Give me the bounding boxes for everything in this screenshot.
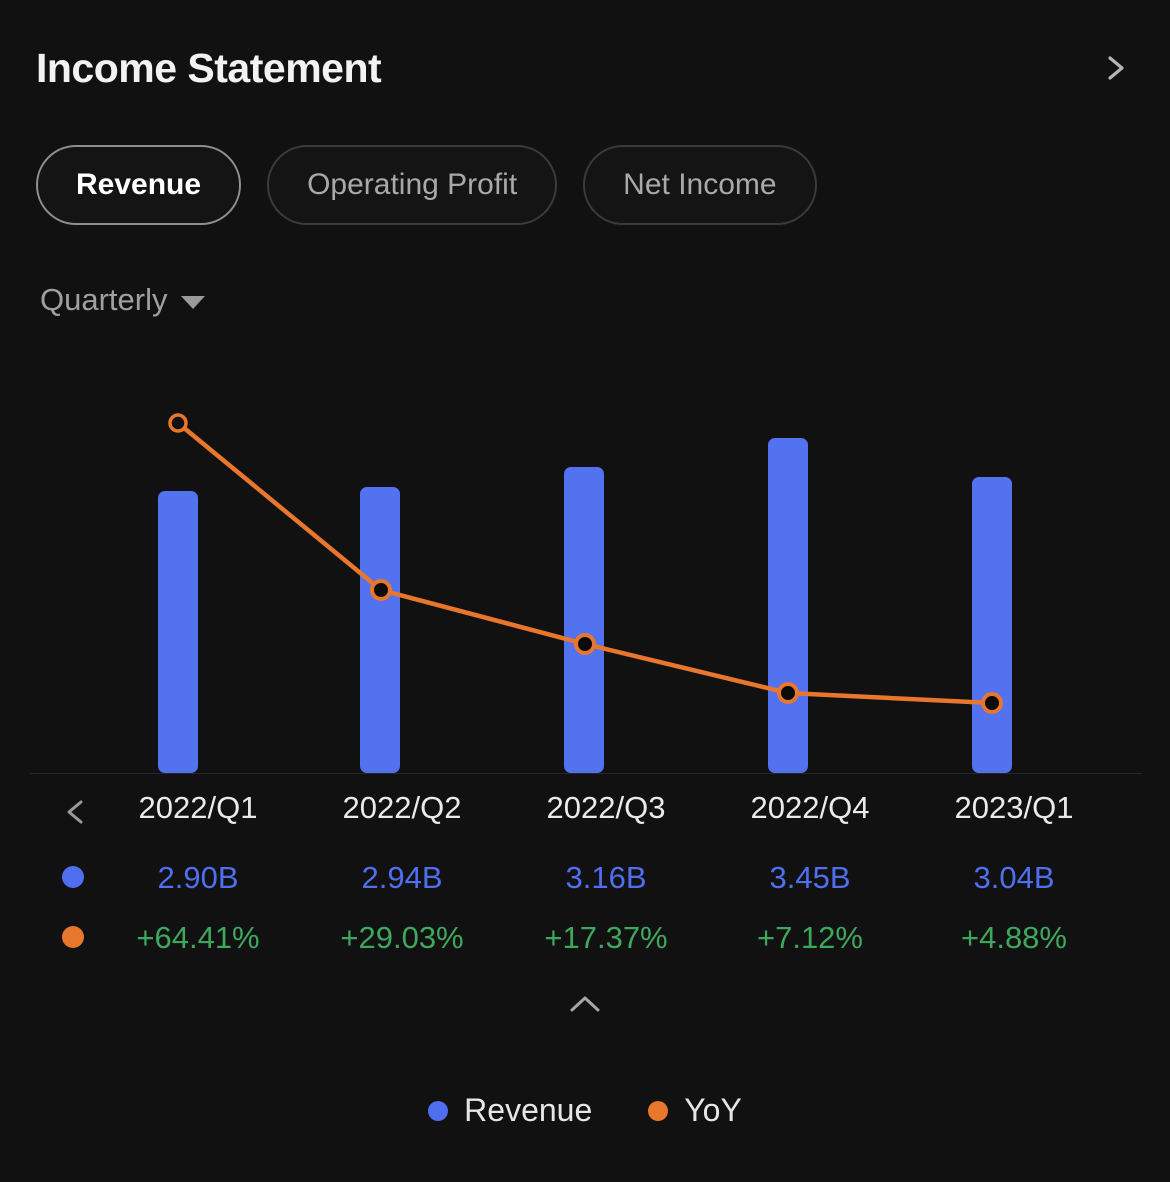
legend-label-yoy: YoY	[684, 1092, 742, 1128]
line-marker-2022-q3	[574, 633, 596, 655]
chevron-left-icon[interactable]	[58, 792, 92, 832]
revenue-cell: 3.16B	[565, 860, 647, 895]
chart-baseline	[30, 773, 1142, 774]
period-cell: 2022/Q3	[546, 790, 666, 825]
legend-item-yoy[interactable]: YoY	[648, 1092, 742, 1129]
chevron-right-icon[interactable]	[1096, 48, 1136, 88]
yoy-cell: +17.37%	[544, 920, 668, 955]
yoy-row-dot-icon	[62, 926, 84, 948]
line-marker-2023-q1	[981, 692, 1003, 714]
legend-item-revenue[interactable]: Revenue	[428, 1092, 592, 1129]
line-marker-2022-q2	[370, 579, 392, 601]
legend-dot-blue-icon	[428, 1100, 449, 1121]
revenue-row-dot-icon	[62, 866, 84, 888]
bar-2022-q4	[768, 438, 808, 773]
period-dropdown-label: Quarterly	[40, 282, 168, 317]
table-row-yoy: +64.41% +29.03% +17.37% +7.12% +4.88%	[96, 920, 1116, 956]
yoy-cell: +64.41%	[136, 920, 260, 955]
bar-2022-q3	[564, 467, 604, 773]
period-dropdown[interactable]: Quarterly	[40, 282, 206, 318]
chart-legend: Revenue YoY	[0, 1092, 1170, 1129]
chevron-up-icon[interactable]	[559, 985, 611, 1025]
tab-net-income[interactable]: Net Income	[583, 145, 817, 225]
revenue-cell: 3.04B	[973, 860, 1055, 895]
chart[interactable]	[0, 380, 1170, 780]
period-cell: 2022/Q2	[342, 790, 462, 825]
yoy-cell: +7.12%	[756, 920, 863, 955]
line-marker-2022-q4	[777, 682, 799, 704]
revenue-cell: 3.45B	[769, 860, 851, 895]
tab-revenue[interactable]: Revenue	[36, 145, 242, 225]
page-title: Income Statement	[36, 45, 382, 91]
yoy-cell: +29.03%	[340, 920, 464, 955]
tab-net-income-label: Net Income	[623, 168, 777, 201]
table-row-periods: 2022/Q1 2022/Q2 2022/Q3 2022/Q4 2023/Q1	[96, 790, 1116, 826]
table-row-revenue: 2.90B 2.94B 3.16B 3.45B 3.04B	[96, 860, 1116, 896]
bar-2022-q1	[158, 491, 198, 773]
caret-down-icon	[181, 296, 206, 309]
legend-label-revenue: Revenue	[464, 1092, 593, 1128]
bar-2023-q1	[972, 477, 1012, 773]
bar-series-revenue	[158, 438, 1012, 773]
revenue-cell: 2.94B	[361, 860, 443, 895]
yoy-cell: +4.88%	[960, 920, 1067, 955]
header: Income Statement	[0, 0, 1170, 120]
revenue-cell: 2.90B	[157, 860, 239, 895]
tab-revenue-label: Revenue	[76, 168, 202, 201]
line-marker-2022-q1	[168, 413, 188, 433]
tab-operating-profit-label: Operating Profit	[307, 168, 518, 201]
period-cell: 2022/Q1	[138, 790, 258, 825]
metric-tabs: Revenue Operating Profit Net Income	[36, 145, 817, 225]
period-cell: 2022/Q4	[750, 790, 870, 825]
chart-svg	[158, 413, 1012, 773]
legend-dot-orange-icon	[648, 1100, 669, 1121]
tab-operating-profit[interactable]: Operating Profit	[267, 145, 558, 225]
bar-2022-q2	[360, 487, 400, 773]
period-cell: 2023/Q1	[954, 790, 1074, 825]
